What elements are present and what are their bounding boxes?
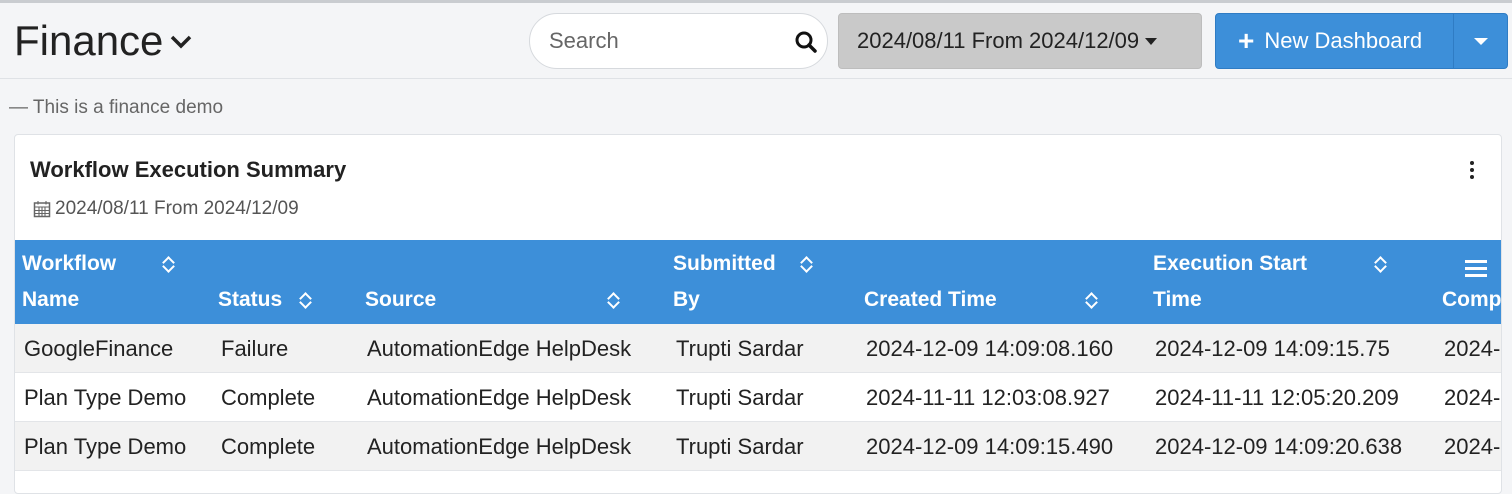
new-dashboard-label: New Dashboard — [1264, 28, 1423, 53]
sort-icon[interactable] — [608, 291, 620, 309]
sort-icon[interactable] — [163, 255, 175, 273]
column-header-workflow-name[interactable]: Workflow Name — [22, 240, 212, 324]
cell-workflow-name: Plan Type Demo — [24, 434, 187, 459]
new-dashboard-dropdown-toggle[interactable] — [1453, 14, 1508, 68]
sort-icon[interactable] — [1375, 255, 1387, 273]
table-row[interactable]: Plan Type Demo Complete AutomationEdge H… — [15, 373, 1501, 422]
column-header-line2: Status — [218, 288, 283, 311]
table-header: Workflow Name Status Source Submitted By… — [15, 240, 1502, 324]
date-range-label: 2024/08/11 From 2024/12/09 — [857, 28, 1140, 53]
cell-created-time: 2024-12-09 14:09:08.160 — [866, 336, 1114, 361]
column-header-line2: Created Time — [864, 288, 997, 311]
card-date-range: 2024/08/11 From 2024/12/09 — [33, 198, 299, 220]
cell-status: Complete — [221, 434, 316, 459]
table-row[interactable]: Plan Type Demo Complete AutomationEdge H… — [15, 422, 1501, 471]
search-box — [529, 13, 828, 69]
sort-icon[interactable] — [801, 255, 813, 273]
sort-icon[interactable] — [1086, 291, 1098, 309]
column-header-line2: Time — [1153, 288, 1202, 311]
column-header-execution-start-time[interactable]: Execution Start Time — [1153, 240, 1443, 324]
plus-icon: + — [1238, 25, 1255, 56]
column-header-line1: Submitted — [673, 252, 776, 275]
cell-submitted-by: Trupti Sardar — [676, 385, 804, 410]
cell-created-time: 2024-11-11 12:03:08.927 — [866, 385, 1110, 410]
cell-source: AutomationEdge HelpDesk — [367, 385, 632, 410]
dashboard-selector[interactable]: Finance — [14, 17, 193, 65]
cell-source: AutomationEdge HelpDesk — [367, 434, 632, 459]
column-header-line2: Comp — [1442, 288, 1502, 311]
card-date-label: 2024/08/11 From 2024/12/09 — [55, 198, 299, 219]
cell-submitted-by: Trupti Sardar — [676, 434, 804, 459]
cell-completed-time: 2024- — [1444, 385, 1501, 410]
cell-completed-time: 2024- — [1444, 434, 1501, 459]
sort-icon[interactable] — [300, 291, 312, 309]
caret-down-icon — [1145, 37, 1158, 45]
cell-submitted-by: Trupti Sardar — [676, 336, 804, 361]
page-title: Finance — [14, 17, 164, 64]
card-title: Workflow Execution Summary — [30, 157, 347, 182]
cell-execution-start-time: 2024-12-09 14:09:20.638 — [1155, 434, 1403, 459]
column-header-source[interactable]: Source — [365, 240, 665, 324]
cell-status: Complete — [221, 385, 316, 410]
column-header-line1: Execution Start — [1153, 252, 1308, 275]
new-dashboard-button-group: + New Dashboard — [1215, 13, 1508, 69]
caret-down-icon — [1474, 37, 1488, 45]
kebab-menu-icon[interactable] — [1469, 161, 1475, 181]
table-row[interactable]: GoogleFinance Failure AutomationEdge Hel… — [15, 324, 1501, 373]
date-range-dropdown[interactable]: 2024/08/11 From 2024/12/09 — [838, 13, 1202, 69]
cell-source: AutomationEdge HelpDesk — [367, 336, 632, 361]
column-header-line2: Source — [365, 288, 437, 311]
cell-status: Failure — [221, 336, 289, 361]
new-dashboard-button[interactable]: + New Dashboard — [1216, 14, 1453, 68]
cell-created-time: 2024-12-09 14:09:15.490 — [866, 434, 1114, 459]
workflow-summary-card: Workflow Execution Summary 2024/08/11 Fr… — [14, 134, 1502, 494]
column-header-line1: Workflow — [22, 252, 117, 275]
calendar-icon — [33, 201, 51, 218]
page-header: Finance 2024/08/11 From 2024/12/09 + New… — [0, 3, 1512, 79]
column-header-submitted-by[interactable]: Submitted By — [673, 240, 853, 324]
chevron-down-icon — [171, 35, 192, 49]
cell-completed-time: 2024- — [1444, 336, 1501, 361]
column-header-line2: By — [673, 288, 700, 311]
cell-workflow-name: Plan Type Demo — [24, 385, 187, 410]
column-header-created-time[interactable]: Created Time — [864, 240, 1144, 324]
cell-workflow-name: GoogleFinance — [24, 336, 174, 361]
search-input[interactable] — [549, 26, 779, 56]
cell-execution-start-time: 2024-12-09 14:09:15.75 — [1155, 336, 1390, 361]
search-icon[interactable] — [794, 30, 818, 54]
cell-execution-start-time: 2024-11-11 12:05:20.209 — [1155, 385, 1399, 410]
dashboard-description: — This is a finance demo — [9, 97, 224, 118]
column-header-status[interactable]: Status — [218, 240, 358, 324]
column-header-line2: Name — [22, 288, 80, 311]
column-header-completed[interactable]: Comp — [1442, 240, 1502, 324]
